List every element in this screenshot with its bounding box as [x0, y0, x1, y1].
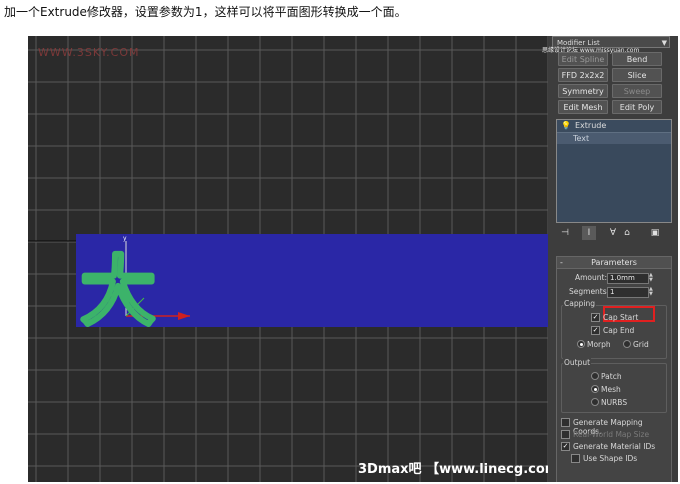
- collapse-icon: -: [560, 258, 563, 267]
- segments-field[interactable]: 1: [607, 287, 649, 298]
- gen-material-label: Generate Material IDs: [573, 442, 656, 451]
- tutorial-caption: 加一个Extrude修改器，设置参数为1，这样可以将平面图形转换成一个面。: [4, 5, 407, 19]
- amount-label: Amount:: [575, 273, 607, 282]
- segments-label: Segments:: [569, 287, 610, 296]
- lightbulb-icon[interactable]: 💡: [561, 120, 571, 132]
- cap-start-label: Cap Start: [603, 313, 639, 322]
- amount-field[interactable]: 1.0mm: [607, 273, 649, 284]
- chevron-down-icon: ▼: [661, 39, 667, 47]
- use-shape-ids-label: Use Shape IDs: [583, 454, 638, 463]
- use-shape-ids-checkbox[interactable]: [571, 454, 580, 463]
- parameters-title: Parameters: [591, 258, 637, 267]
- cap-end-label: Cap End: [603, 326, 635, 335]
- output-title: Output: [563, 358, 592, 367]
- edit-mesh-button[interactable]: Edit Mesh: [558, 100, 608, 114]
- configure-modifier-sets-icon[interactable]: ▣: [648, 226, 662, 240]
- amount-spinner[interactable]: ▲ ▼: [649, 273, 654, 283]
- grid-radio[interactable]: [623, 340, 631, 348]
- patch-label: Patch: [601, 372, 622, 381]
- capping-title: Capping: [563, 299, 596, 308]
- stack-toolbar: ⊣ Ⅰ ∀ ⌂ ▣: [556, 226, 670, 240]
- glyph-da-text-shape: 大: [80, 247, 156, 336]
- gen-mapping-checkbox[interactable]: [561, 418, 570, 427]
- grid-label: Grid: [633, 340, 649, 349]
- modifier-stack: 💡 Extrude Text: [556, 119, 672, 223]
- gizmo-and-glyph: y 大: [77, 235, 190, 339]
- make-unique-icon[interactable]: ∀: [606, 226, 620, 240]
- edit-spline-button[interactable]: Edit Spline: [558, 52, 608, 66]
- sweep-button[interactable]: Sweep: [612, 84, 662, 98]
- slice-button[interactable]: Slice: [612, 68, 662, 82]
- 3dsmax-window: WWW.3SKY.COM y 大 3Dmax吧 【www.linecg.com/…: [28, 36, 678, 482]
- gen-material-checkbox[interactable]: ✓: [561, 442, 570, 451]
- parameters-rollout-title[interactable]: - Parameters: [557, 257, 671, 269]
- nurbs-label: NURBS: [601, 398, 628, 407]
- bend-button[interactable]: Bend: [612, 52, 662, 66]
- mesh-label: Mesh: [601, 385, 621, 394]
- command-panel-modify: Modifier List ▼ 思缘设计论坛 www.missyuan.com …: [542, 36, 678, 482]
- morph-label: Morph: [587, 340, 611, 349]
- stack-item-extrude[interactable]: 💡 Extrude: [557, 120, 671, 133]
- parameters-rollout: - Parameters Amount: 1.0mm ▲ ▼ Segments: …: [556, 256, 672, 482]
- cap-start-checkbox[interactable]: ✓: [591, 313, 600, 322]
- patch-radio[interactable]: [591, 372, 599, 380]
- real-world-checkbox[interactable]: [561, 430, 570, 439]
- text-label: Text: [573, 134, 590, 143]
- segments-spinner[interactable]: ▲ ▼: [649, 287, 654, 297]
- pin-stack-icon[interactable]: ⊣: [558, 226, 572, 240]
- real-world-label: Real-World Map Size: [573, 430, 650, 439]
- mesh-radio[interactable]: [591, 385, 599, 393]
- show-end-result-icon[interactable]: Ⅰ: [582, 226, 596, 240]
- cap-end-checkbox[interactable]: ✓: [591, 326, 600, 335]
- ffd-2x2x2-button[interactable]: FFD 2x2x2: [558, 68, 608, 82]
- axis-y-label: y: [123, 235, 127, 242]
- bottom-watermark: 3Dmax吧 【www.linecg.com/tieba/1771】: [358, 462, 548, 477]
- edit-poly-button[interactable]: Edit Poly: [612, 100, 662, 114]
- nurbs-radio[interactable]: [591, 398, 599, 406]
- perspective-viewport[interactable]: WWW.3SKY.COM y 大 3Dmax吧 【www.linecg.com/…: [28, 36, 548, 482]
- stack-item-text[interactable]: Text: [557, 133, 671, 144]
- symmetry-button[interactable]: Symmetry: [558, 84, 608, 98]
- extrude-label: Extrude: [575, 121, 607, 130]
- remove-modifier-icon[interactable]: ⌂: [620, 226, 634, 240]
- morph-radio[interactable]: [577, 340, 585, 348]
